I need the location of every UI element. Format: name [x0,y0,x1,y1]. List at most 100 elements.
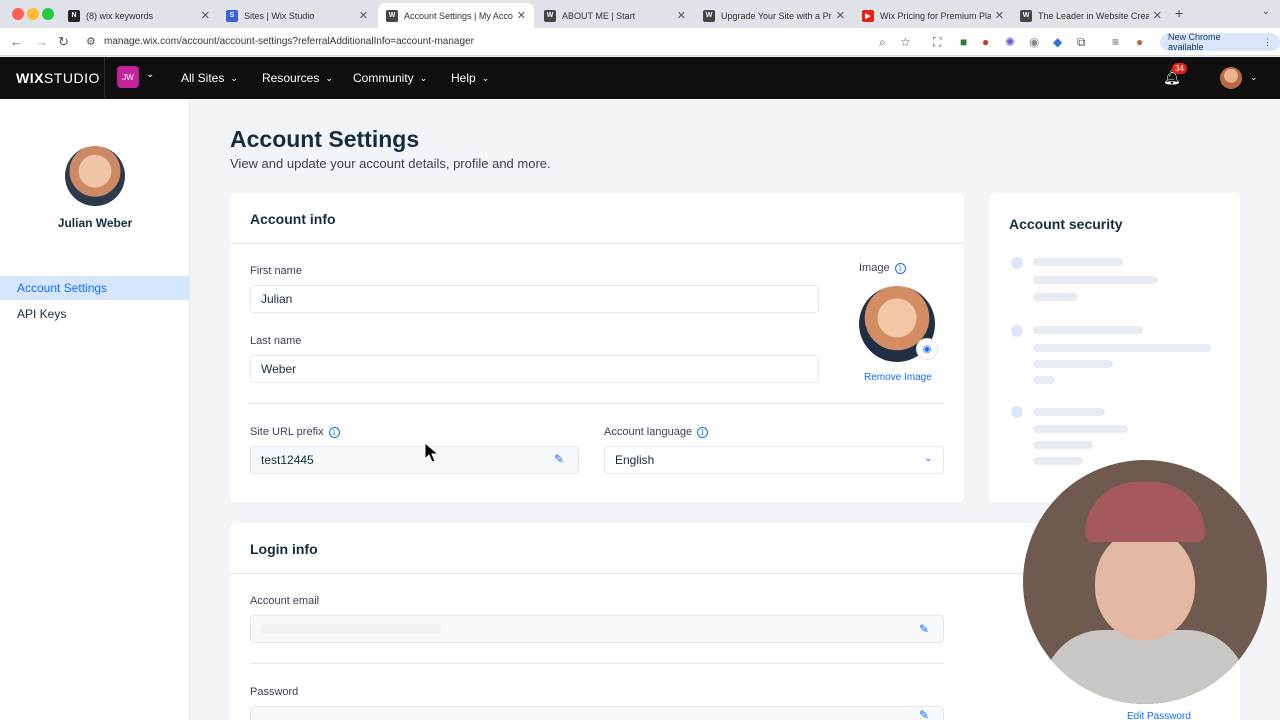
forward-icon[interactable]: → [35,34,48,49]
camera-icon[interactable]: ◉ [916,338,938,360]
security-item-icon [1011,257,1023,269]
close-tab-icon[interactable]: ✕ [836,9,845,22]
info-icon[interactable]: i [894,262,906,274]
screenshot-icon[interactable]: ⛶ [933,35,941,50]
logo-rest: STUDIO [43,70,100,86]
blurred-text [1033,457,1083,465]
divider [230,243,964,244]
menu-resources[interactable]: Resources ⌄ [262,71,333,85]
first-name-field[interactable]: Julian [250,285,819,313]
first-name-label: First name [250,265,302,277]
back-icon[interactable]: ← [10,34,23,49]
reload-icon[interactable]: ↻ [58,34,69,50]
browser-tab[interactable]: W ABOUT ME | Start ✕ [536,3,694,28]
chevron-down-icon: ⌄ [230,72,238,83]
blurred-email [261,624,441,634]
browser-tab[interactable]: ▶ Wix Pricing for Premium Plans ✕ [854,3,1012,28]
workspace-badge[interactable]: JW [117,66,139,88]
chevron-down-icon: ⌄ [419,72,428,83]
mouse-cursor-icon [424,442,440,463]
menu-help[interactable]: Help ⌄ [451,71,489,85]
logo-bold: WIX [16,70,44,86]
browser-tab-bar: N (8) wix keywords ✕ S Sites | Wix Studi… [0,0,1280,28]
menu-community[interactable]: Community ⌄ [353,71,427,85]
account-email-field[interactable] [250,615,944,643]
extensions-puzzle-icon[interactable]: ⧉ [1077,35,1086,50]
site-info-icon[interactable]: ⚙ [86,35,96,48]
edit-pencil-icon[interactable]: ✎ [919,708,929,720]
extension-icon[interactable]: ■ [960,35,967,49]
chevron-down-icon[interactable]: ⌄ [924,453,932,464]
site-url-label-text: Site URL prefix [250,426,324,438]
close-tab-icon[interactable]: ✕ [995,9,1004,22]
wix-top-nav: WIXSTUDIO JW ⌄ All Sites ⌄ Resources ⌄ Com… [0,57,1280,99]
new-tab-button[interactable]: + [1175,5,1183,21]
password-field[interactable] [250,706,944,720]
edit-pencil-icon[interactable]: ✎ [554,452,564,466]
bookmark-star-icon[interactable]: ☆ [900,35,911,49]
user-avatar[interactable] [1220,67,1242,89]
extension-icon[interactable]: ◆ [1053,35,1062,49]
blurred-text [1033,276,1158,284]
browser-tab[interactable]: S Sites | Wix Studio ✕ [218,3,376,28]
card-heading: Account security [1009,216,1123,232]
profile-avatar-icon[interactable]: ● [1136,35,1143,49]
account-language-label: Account language i [604,426,709,438]
image-label: Image i [859,262,906,274]
remove-image-link[interactable]: Remove Image [864,372,932,383]
blurred-text [1033,408,1105,416]
info-icon[interactable]: i [328,426,340,438]
wix-studio-logo[interactable]: WIXSTUDIO [16,70,100,86]
chevron-down-icon[interactable]: ⌄ [1250,72,1258,83]
browser-tab[interactable]: N (8) wix keywords ✕ [60,3,218,28]
last-name-field[interactable]: Weber [250,355,819,383]
more-vert-icon: ⋮ [1263,36,1272,47]
blurred-text [1033,376,1055,384]
tab-title: Upgrade Your Site with a Premium Plan [721,10,832,21]
url-field[interactable]: manage.wix.com/account/account-settings?… [104,36,474,47]
close-tab-icon[interactable]: ✕ [1153,9,1162,22]
webcam-face [1095,530,1195,640]
menu-label: Help [451,71,476,85]
reading-list-icon[interactable]: ≡ [1112,35,1119,49]
close-window-button[interactable] [12,8,24,20]
sidebar-item-api-keys[interactable]: API Keys [0,302,190,326]
maximize-window-button[interactable] [42,8,54,20]
extension-icon[interactable]: ✺ [1005,35,1015,49]
wix-icon: W [1020,9,1032,22]
edit-pencil-icon[interactable]: ✎ [919,622,929,636]
divider [104,57,105,99]
sidebar-item-account-settings[interactable]: Account Settings [0,276,190,300]
blurred-text [1033,293,1078,301]
tab-title: Wix Pricing for Premium Plans [880,10,991,21]
close-tab-icon[interactable]: ✕ [359,9,368,22]
divider [250,663,944,664]
account-language-dropdown[interactable]: English [604,446,944,474]
webcam-overlay [1023,460,1267,704]
chevron-down-icon[interactable]: ⌄ [146,69,154,80]
info-icon[interactable]: i [697,426,709,438]
extension-icon[interactable]: ◉ [1029,35,1039,49]
edit-password-link[interactable]: Edit Password [1127,711,1191,720]
site-url-label: Site URL prefix i [250,426,340,438]
browser-tab[interactable]: W The Leader in Website Creation ✕ [1012,3,1170,28]
account-sidebar: Julian Weber Account Settings API Keys [0,99,190,720]
blurred-text [1033,441,1093,449]
zoom-icon[interactable]: ⌕ [879,35,886,50]
extension-icon[interactable]: ● [982,35,989,49]
tab-title: The Leader in Website Creation [1038,10,1149,21]
browser-tab-active[interactable]: W Account Settings | My Account ✕ [378,3,534,28]
site-url-field[interactable]: test12445 [250,446,579,474]
menu-all-sites[interactable]: All Sites ⌄ [181,71,238,85]
close-tab-icon[interactable]: ✕ [201,9,210,22]
close-tab-icon[interactable]: ✕ [677,9,686,22]
password-label: Password [250,686,299,698]
tab-search-chevron-icon[interactable]: ⌄ [1262,6,1270,17]
browser-tab[interactable]: W Upgrade Your Site with a Premium Plan … [695,3,853,28]
tab-title: Sites | Wix Studio [244,10,315,21]
minimize-window-button[interactable] [27,8,39,20]
new-chrome-available-button[interactable]: New Chrome available ⋮ [1160,32,1280,52]
close-tab-icon[interactable]: ✕ [517,9,526,22]
notion-icon: N [68,9,80,22]
wix-icon: W [703,9,715,22]
